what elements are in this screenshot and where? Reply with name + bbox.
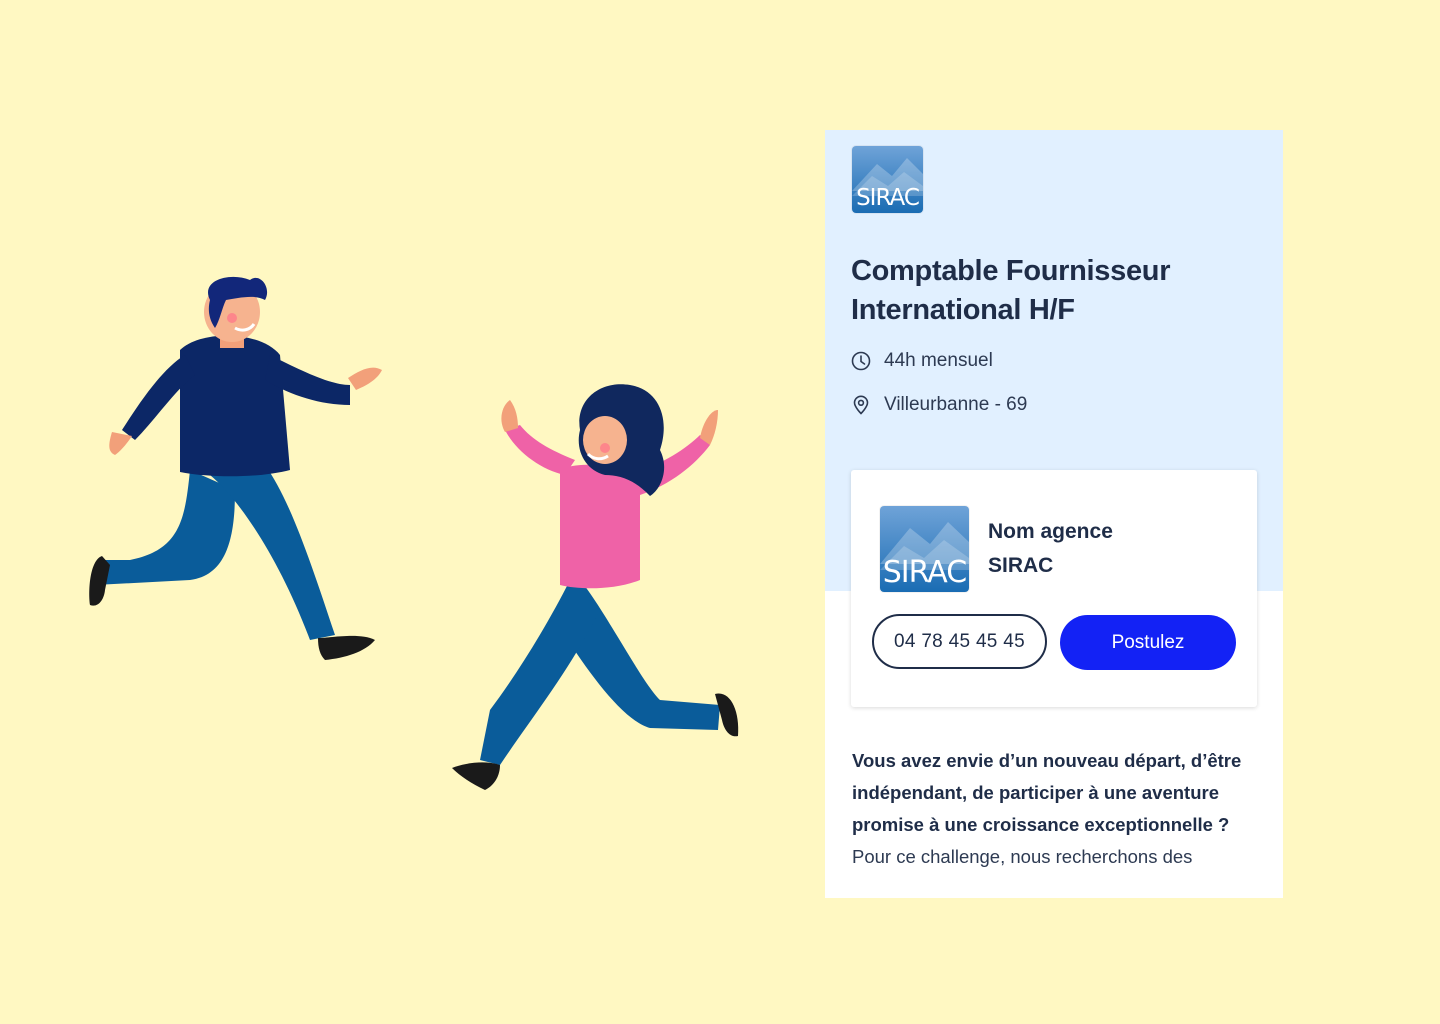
job-hours-row: 44h mensuel — [851, 350, 993, 372]
man-figure — [89, 276, 382, 660]
agency-box: SIRAC Nom agence SIRAC 04 78 45 45 45 Po… — [851, 470, 1257, 707]
description-body: Pour ce challenge, nous recherchons des — [852, 846, 1193, 867]
agency-name-block: Nom agence SIRAC — [988, 515, 1113, 583]
company-logo: SIRAC — [852, 146, 923, 213]
agency-logo-text: SIRAC — [882, 555, 967, 590]
description-lead: Vous avez envie d’un nouveau départ, d’ê… — [852, 750, 1242, 835]
job-offer-card: SIRAC Comptable Fournisseur Internationa… — [825, 130, 1283, 898]
job-hours: 44h mensuel — [884, 350, 993, 371]
agency-label: Nom agence — [988, 520, 1113, 543]
job-description: Vous avez envie d’un nouveau départ, d’ê… — [852, 745, 1242, 873]
jumping-people-illustration — [89, 276, 739, 790]
phone-button[interactable]: 04 78 45 45 45 — [872, 614, 1047, 669]
job-location-row: Villeurbanne - 69 — [851, 394, 1027, 416]
woman-figure — [452, 384, 739, 790]
clock-icon — [851, 351, 871, 371]
job-location: Villeurbanne - 69 — [884, 394, 1028, 415]
agency-logo: SIRAC — [880, 506, 969, 592]
agency-name: SIRAC — [988, 554, 1054, 577]
company-logo-text: SIRAC — [856, 185, 920, 211]
job-title: Comptable Fournisseur International H/F — [851, 255, 1171, 326]
location-pin-icon — [853, 395, 869, 415]
apply-button[interactable]: Postulez — [1060, 615, 1236, 670]
